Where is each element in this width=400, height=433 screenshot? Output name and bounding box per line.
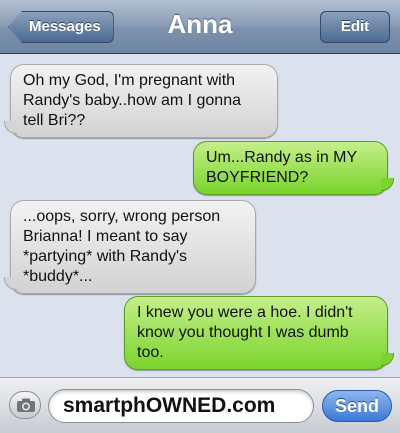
- message-bubble-incoming: ...oops, sorry, wrong person Brianna! I …: [4, 200, 256, 294]
- send-button[interactable]: Send: [322, 390, 392, 422]
- navigation-bar: Messages Anna Edit: [0, 0, 400, 54]
- camera-button[interactable]: [9, 391, 41, 419]
- message-composer-bar: smartphOWNED.com Send: [0, 377, 400, 433]
- message-bubble-incoming: Oh my God, I'm pregnant with Randy's bab…: [4, 64, 278, 138]
- camera-icon: [17, 398, 35, 412]
- message-bubble-outgoing: I knew you were a hoe. I didn't know you…: [124, 296, 394, 370]
- edit-button[interactable]: Edit: [320, 11, 390, 43]
- message-input[interactable]: smartphOWNED.com: [48, 389, 314, 423]
- message-thread[interactable]: Oh my God, I'm pregnant with Randy's bab…: [0, 55, 400, 377]
- message-bubble-outgoing: Um...Randy as in MY BOYFRIEND?: [193, 141, 394, 195]
